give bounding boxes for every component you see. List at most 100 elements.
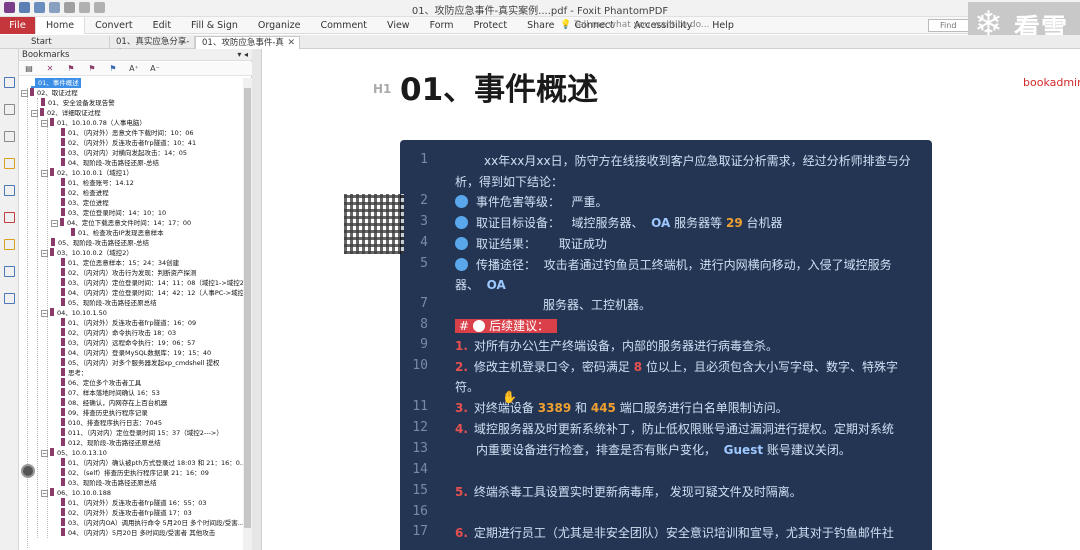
pages-icon[interactable] (4, 104, 15, 115)
menu-convert[interactable]: Convert (85, 17, 143, 34)
bookmark-item[interactable]: 01、（内对内）确认被pth方式登录过 18:03 和 21：16：0... (61, 458, 243, 468)
content-icon[interactable] (4, 266, 15, 277)
line-number: 2 (420, 193, 428, 208)
bookmark-item[interactable]: −03、10.10.0.2（域控2） (41, 248, 133, 258)
bookmark-item[interactable]: 03、定位登录时间：14：10：10 (61, 208, 166, 218)
bookmark-item[interactable]: 01、定位恶意样本：15：24：34创建 (61, 258, 179, 268)
bookmark-item[interactable]: 04、现阶段-攻击路径还原-总结 (61, 158, 159, 168)
bookmark-item[interactable]: 03、（内对内）远程命令执行：19：06：57 (61, 338, 195, 348)
cursor-indicator (21, 464, 35, 478)
bookmark-item[interactable]: −04、10.10.1.50 (41, 308, 107, 318)
bookmark-find-icon[interactable]: ⚑ (108, 64, 118, 74)
bookmark-item[interactable]: 02、检查进程 (61, 188, 109, 198)
hand-cursor-icon: ✋ (502, 390, 517, 404)
menu-home[interactable]: Home (35, 17, 86, 34)
bookmark-item[interactable]: 07、样本落地时间确认 16：53 (61, 388, 160, 398)
code-line: # 后续建议： (455, 317, 557, 334)
bookmarks-scrollbar[interactable] (243, 78, 252, 550)
bookmark-add-icon[interactable]: ⚑ (87, 64, 97, 74)
lightbulb-icon: 💡 (560, 20, 572, 30)
panel-splitter[interactable] (252, 49, 262, 550)
bookmark-item[interactable]: 03、定位进程 (61, 198, 109, 208)
bookmark-item[interactable]: 012、现阶段-攻击路径还原总结 (61, 438, 161, 448)
menu-form[interactable]: Form (420, 17, 464, 34)
scrollbar-thumb[interactable] (244, 88, 251, 528)
bookmark-item[interactable]: 04、（内对内）5月20日 多时间段/受害者 其他攻击 (61, 528, 215, 538)
bookmark-item[interactable]: 010、排查程序执行日志：7045 (61, 418, 162, 428)
bookmark-item[interactable]: 03、现阶段-攻击路径还原总结 (61, 478, 157, 488)
file-menu-button[interactable]: File (0, 17, 35, 34)
bookmark-item[interactable]: 011、（内对内）定位登录时间 15：37（域控2--->） (61, 428, 223, 438)
bookmark-item[interactable]: 05、现阶段-攻击路径还原总结 (61, 298, 157, 308)
security-lock-icon[interactable] (4, 239, 15, 250)
code-line: 器、 OA (455, 278, 506, 292)
signatures-icon[interactable] (4, 212, 15, 223)
tab-document-1[interactable]: 01、真实应急分享-完... (110, 36, 195, 59)
tags-icon[interactable] (4, 293, 15, 304)
heading-level-tag: H1 (373, 82, 392, 96)
bookmark-item[interactable]: 02、（self）排查历史执行程序记录 21：16：09 (61, 468, 209, 478)
bookmark-item[interactable]: −05、10.0.13.10 (41, 448, 107, 458)
bookmark-item[interactable]: −02、取证过程 (21, 88, 78, 98)
tree-guide (47, 118, 48, 538)
bookmark-item[interactable]: 03、（内对内）对横向发起攻击：14：05 (61, 148, 187, 158)
bookmark-item[interactable]: −04、定位下载恶意文件时间：14：17：00 (51, 218, 191, 228)
bookmarks-panel: Bookmarks ▾ ◂ ▤ ✕ ⚑ ⚑ ⚑ A⁺ A⁻ 01、事件概述 −0… (19, 49, 252, 550)
bookmarks-icon[interactable] (4, 77, 15, 88)
bookmark-item[interactable]: 02、（内对内）攻击行为发现：判断资产探测 (61, 268, 197, 278)
code-line: 1. 对所有办公\生产终端设备，内部的服务器进行病毒查杀。 (455, 339, 778, 353)
expand-text-icon[interactable]: A⁺ (129, 64, 139, 74)
bookmark-item[interactable]: −01、10.10.0.78（人事电脑） (41, 118, 146, 128)
menu-share[interactable]: Share (517, 17, 564, 34)
tell-me-search[interactable]: 💡 Tell me what you want to do... (560, 17, 710, 34)
bookmark-item[interactable]: 01、（内对外）反连攻击者frp隧道：16：09 (61, 318, 196, 328)
line-number: 16 (412, 504, 428, 519)
bookmark-item[interactable]: 06、定位多个攻击者工具 (61, 378, 141, 388)
bookmark-item[interactable]: 05、现阶段-攻击路径还原-总结 (51, 238, 149, 248)
layers-icon[interactable] (4, 131, 15, 142)
shrink-text-icon[interactable]: A⁻ (150, 64, 160, 74)
bookmark-item[interactable]: 01、检查账号：14.12 (61, 178, 134, 188)
bookmark-item[interactable]: 09、排查历史执行程序记录 (61, 408, 148, 418)
attachments-icon[interactable] (4, 185, 15, 196)
options-icon[interactable]: ▤ (24, 64, 34, 74)
bookmark-item[interactable]: 01、检查攻击IP发现恶意样本 (71, 228, 164, 238)
bookmark-item[interactable]: 03、（内对内）定位登录时间：14：11：08（域控1->域控2） (61, 278, 243, 288)
panel-controls[interactable]: ▾ ◂ (237, 49, 248, 61)
close-icon[interactable]: ✕ (287, 37, 295, 49)
line-number: 11 (412, 399, 428, 414)
bullet-icon (455, 216, 468, 229)
bookmark-item[interactable]: −06、10.10.0.188 (41, 488, 111, 498)
menu-protect[interactable]: Protect (464, 17, 518, 34)
bookmark-item[interactable]: −02、详细取证过程 (31, 108, 101, 118)
bookmark-item[interactable]: 思考： (61, 368, 88, 378)
line-number: 5 (420, 256, 428, 271)
menu-organize[interactable]: Organize (248, 17, 311, 34)
line-number: 14 (412, 462, 428, 477)
bookmark-item[interactable]: 04、（内对内）定位登录时间：14：42：12（人事PC->域控2） (61, 288, 243, 298)
bookmark-item[interactable]: 02、（内对外）反连攻击者frp隧道：10：41 (61, 138, 196, 148)
menu-fill-sign[interactable]: Fill & Sign (181, 17, 248, 34)
tab-start[interactable]: Start (25, 36, 110, 49)
bookmark-item[interactable]: 03、（内对内OA）调用执行命令 5月20日 多个时间段/受害... (61, 518, 243, 528)
bookmark-item[interactable]: 01、（内对外）恶意文件下载时间：10：06 (61, 128, 194, 138)
bookmark-item[interactable]: 04、（内对内）登录MySQL数据库：19：15：40 (61, 348, 211, 358)
bullet-icon (455, 258, 468, 271)
line-number: 7 (420, 296, 428, 311)
comments-icon[interactable] (4, 158, 15, 169)
bookmark-item[interactable]: 02、（内对内）命令执行攻击 18：03 (61, 328, 176, 338)
bookmark-item[interactable]: 01、事件概述 (31, 78, 81, 88)
menu-comment[interactable]: Comment (310, 17, 377, 34)
bookmark-item[interactable]: 01、（内对外）反连攻击者frp隧道 16：55：03 (61, 498, 207, 508)
tab-document-2[interactable]: 01、攻防应急事件-真实... ✕ (195, 36, 300, 60)
bookmark-new-icon[interactable]: ⚑ (66, 64, 76, 74)
menu-view[interactable]: View (377, 17, 420, 34)
bookmark-item[interactable]: 02、（内对外）反连攻击者frp隧道 17：03 (61, 508, 192, 518)
bookmarks-toolbar: ▤ ✕ ⚑ ⚑ ⚑ A⁺ A⁻ (19, 62, 252, 76)
bookmark-delete-icon[interactable]: ✕ (45, 64, 55, 74)
menu-edit[interactable]: Edit (143, 17, 181, 34)
bookmark-item[interactable]: −02、10.10.0.1（域控1） (41, 168, 133, 178)
bookmark-item[interactable]: 08、经确认，内网存在上百台机器 (61, 398, 167, 408)
bookmark-item[interactable]: 05、（内对内）对多个服务器发起xp_cmdshell 提权 (61, 358, 219, 368)
bookmark-item[interactable]: 01、安全设备发现告警 (41, 98, 115, 108)
